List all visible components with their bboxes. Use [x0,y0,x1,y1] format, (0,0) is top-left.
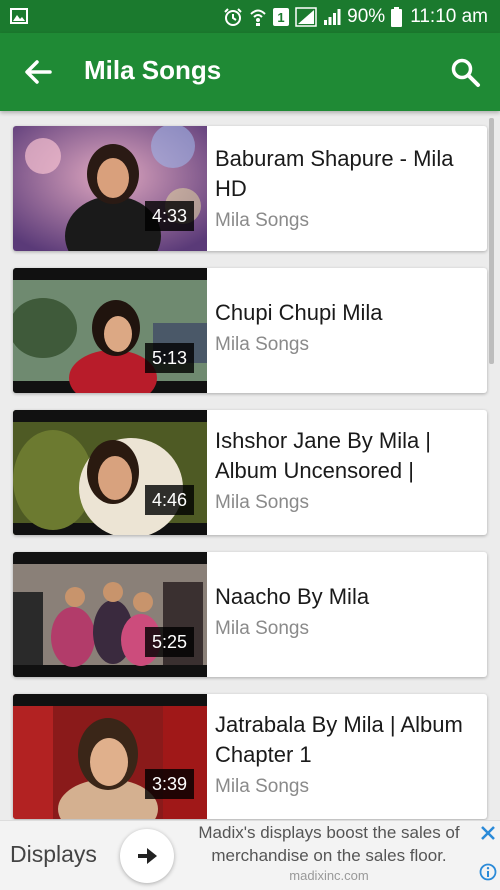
wifi-calling-icon [249,8,267,26]
video-duration: 5:13 [144,343,194,373]
video-item[interactable]: 4:33 Baburam Shapure - Mila HD Mila Song… [13,126,487,251]
ad-line: merchandise on the sales floor. [211,846,447,865]
battery-icon [391,7,403,27]
ad-banner[interactable]: Displays Madix's displays boost the sale… [0,820,500,890]
image-icon [10,8,28,24]
channel-name: Mila Songs [215,334,309,355]
status-bar: 1 90% 11:10 am [0,0,500,33]
channel-name: Mila Songs [215,618,309,639]
page-title: Mila Songs [84,55,222,85]
video-duration: 3:39 [144,769,194,799]
video-title: Ishshor Jane By Mila | Album Uncensored … [215,428,432,483]
signal-icon [323,8,341,26]
search-button[interactable] [450,57,482,89]
video-title: Naacho By Mila [215,584,370,609]
video-item[interactable]: 5:13 Chupi Chupi Mila Mila Songs [13,268,487,393]
video-list[interactable]: 4:33 Baburam Shapure - Mila HD Mila Song… [0,111,500,820]
back-button[interactable] [22,57,54,87]
video-thumbnail: 3:39 [13,694,207,819]
channel-name: Mila Songs [215,776,309,797]
close-icon[interactable] [480,825,496,841]
ad-brand: Displays [10,841,97,867]
ad-url: madixinc.com [289,868,369,883]
video-duration: 4:33 [144,201,194,231]
video-title: Baburam Shapure - Mila HD [215,146,454,201]
ad-open-button[interactable] [120,829,174,883]
clock: 11:10 am [410,6,488,27]
video-duration: 5:25 [144,627,194,657]
app-bar: Mila Songs [0,33,500,111]
ad-text: Madix's displays boost the sales of merc… [183,821,475,883]
arrow-back-icon [25,60,52,84]
search-icon [451,58,480,87]
arrow-right-icon [138,848,157,864]
channel-name: Mila Songs [215,210,309,231]
scrollbar[interactable] [489,118,494,364]
alarm-icon [223,8,243,26]
info-icon[interactable] [479,863,497,881]
battery-percent: 90% [347,6,386,27]
video-item[interactable]: 5:25 Naacho By Mila Mila Songs [13,552,487,677]
video-item[interactable]: 3:39 Jatrabala By Mila | Album Chapter 1… [13,694,487,819]
video-thumbnail: 4:46 [13,410,207,535]
video-thumbnail: 4:33 [13,126,207,251]
ad-line: Madix's displays boost the sales of [198,823,460,842]
video-thumbnail: 5:13 [13,268,207,393]
video-item[interactable]: 4:46 Ishshor Jane By Mila | Album Uncens… [13,410,487,535]
sim-slot-label: 1 [278,10,285,25]
video-title: Jatrabala By Mila | Album Chapter 1 [215,712,463,767]
video-duration: 4:46 [144,485,194,515]
video-thumbnail: 5:25 [13,552,207,677]
channel-name: Mila Songs [215,492,309,513]
sim-icon: 1 [273,8,290,26]
video-title: Chupi Chupi Mila [215,300,383,325]
signal-icon [295,7,317,27]
